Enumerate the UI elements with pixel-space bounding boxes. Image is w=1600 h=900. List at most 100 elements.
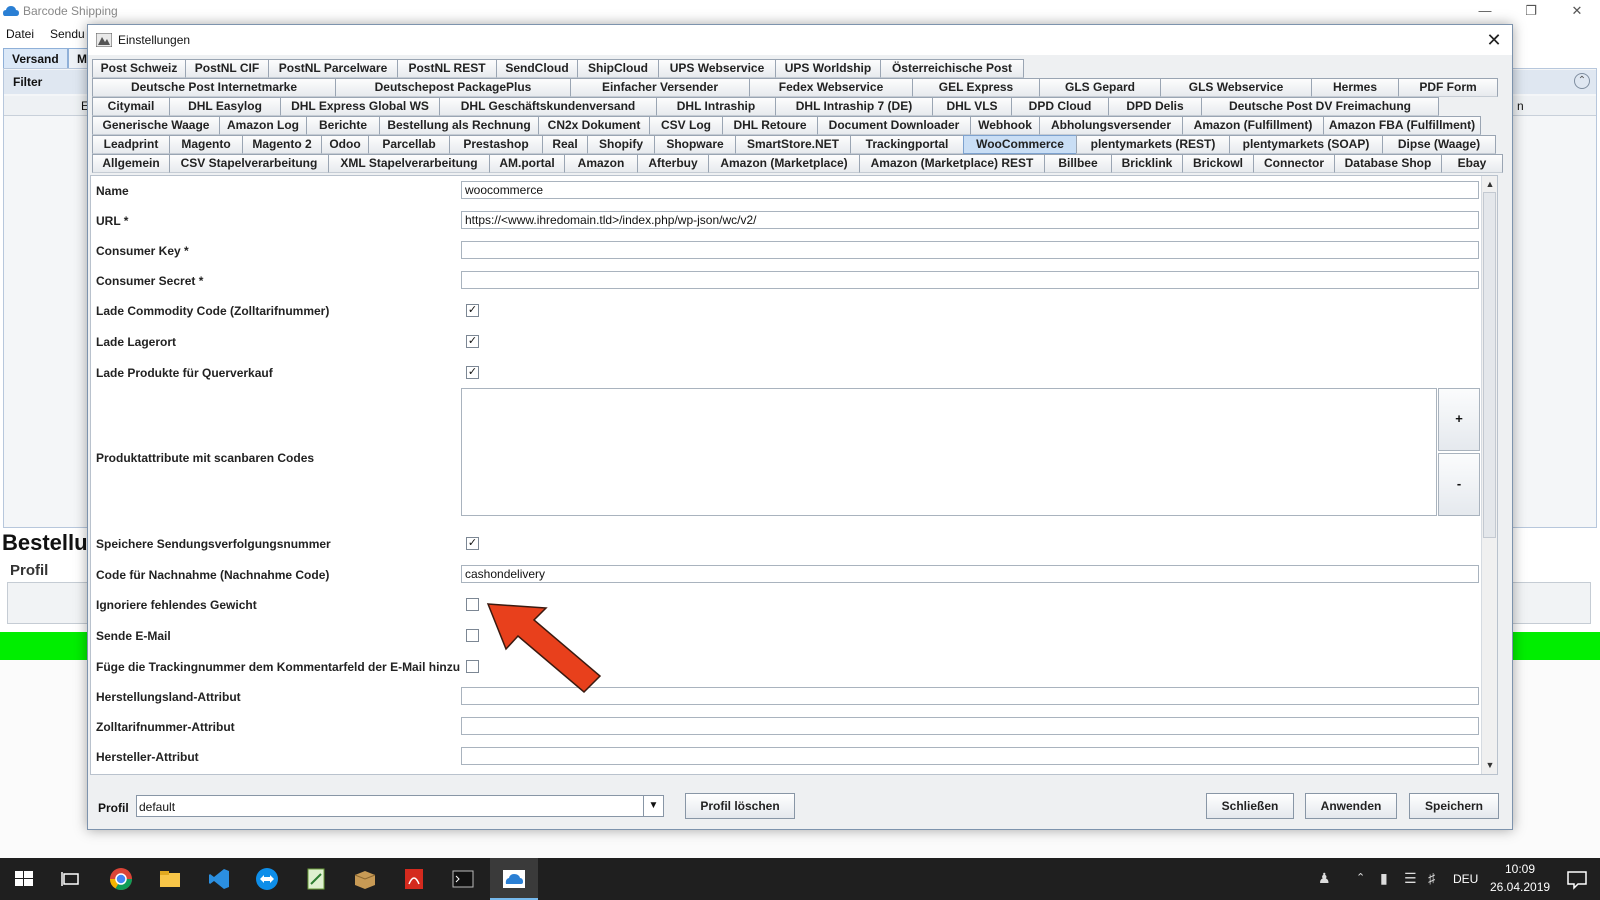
tab-berichte[interactable]: Berichte <box>306 116 380 135</box>
tab-fedex-webservice[interactable]: Fedex Webservice <box>749 78 913 97</box>
clock-time[interactable]: 10:09 <box>1505 862 1535 876</box>
sendungsverfolgung-checkbox[interactable]: ✓ <box>466 537 479 550</box>
tab-versand[interactable]: Versand <box>3 48 68 68</box>
task-view-icon[interactable] <box>58 866 84 892</box>
scroll-up-icon[interactable]: ▲ <box>1485 179 1495 189</box>
tab-amazon-fulfillment[interactable]: Amazon (Fulfillment) <box>1182 116 1324 135</box>
tab-dhl-vls[interactable]: DHL VLS <box>932 97 1012 116</box>
tab-billbee[interactable]: Billbee <box>1044 154 1112 173</box>
tab-shopify[interactable]: Shopify <box>587 135 655 154</box>
tab-csv-log[interactable]: CSV Log <box>649 116 723 135</box>
tab-pdf-form[interactable]: PDF Form <box>1398 78 1498 97</box>
consumer-key-field[interactable] <box>461 241 1479 259</box>
network-icon[interactable]: ☰ <box>1404 870 1417 887</box>
chrome-icon[interactable] <box>108 866 134 892</box>
tab-plentymarkets-soap[interactable]: plentymarkets (SOAP) <box>1229 135 1383 154</box>
lagerort-checkbox[interactable]: ✓ <box>466 335 479 348</box>
tab-odoo[interactable]: Odoo <box>321 135 369 154</box>
sende-email-checkbox[interactable] <box>466 629 479 642</box>
tab-deutsche-post-dv-freimachung[interactable]: Deutsche Post DV Freimachung <box>1201 97 1439 116</box>
tab-prestashop[interactable]: Prestashop <box>449 135 543 154</box>
tab-postnl-cif[interactable]: PostNL CIF <box>185 59 269 78</box>
tab-amazon-log[interactable]: Amazon Log <box>219 116 307 135</box>
terminal-icon[interactable] <box>450 866 476 892</box>
tab-woocommerce[interactable]: WooCommerce <box>963 135 1077 154</box>
tab-document-downloader[interactable]: Document Downloader <box>817 116 971 135</box>
tab-deutschepost-packageplus[interactable]: Deutschepost PackagePlus <box>335 78 571 97</box>
tab-dhl-easylog[interactable]: DHL Easylog <box>169 97 281 116</box>
tab-bricklink[interactable]: Bricklink <box>1111 154 1183 173</box>
package-icon[interactable] <box>352 866 378 892</box>
name-field[interactable]: woocommerce <box>461 181 1479 199</box>
tab-afterbuy[interactable]: Afterbuy <box>637 154 709 173</box>
tab-dhl-geschaeftskundenversand[interactable]: DHL Geschäftskundenversand <box>439 97 657 116</box>
tab-magento-2[interactable]: Magento 2 <box>242 135 322 154</box>
remove-attribute-button[interactable]: - <box>1438 453 1480 516</box>
tab-trackingportal[interactable]: Trackingportal <box>850 135 964 154</box>
tab-citymail[interactable]: Citymail <box>92 97 170 116</box>
ignoriere-gewicht-checkbox[interactable] <box>466 598 479 611</box>
acrobat-icon[interactable] <box>401 866 427 892</box>
vertical-scrollbar[interactable]: ▲ ▼ <box>1481 176 1497 774</box>
tab-post-schweiz[interactable]: Post Schweiz <box>92 59 186 78</box>
restore-icon[interactable]: ❐ <box>1508 0 1554 22</box>
tab-smartstore-net[interactable]: SmartStore.NET <box>735 135 851 154</box>
tab-abholungsversender[interactable]: Abholungsversender <box>1039 116 1183 135</box>
tab-dipse-waage[interactable]: Dipse (Waage) <box>1382 135 1496 154</box>
herstellungsland-field[interactable] <box>461 687 1479 705</box>
tab-dhl-express-global-ws[interactable]: DHL Express Global WS <box>280 97 440 116</box>
chevron-up-icon[interactable]: ⌃ <box>1356 871 1365 884</box>
tab-magento[interactable]: Magento <box>169 135 243 154</box>
tab-amazon-fba-fulfillment[interactable]: Amazon FBA (Fulfillment) <box>1323 116 1481 135</box>
language-indicator[interactable]: DEU <box>1453 872 1478 886</box>
schliessen-button[interactable]: Schließen <box>1206 793 1294 819</box>
tab-postnl-parcelware[interactable]: PostNL Parcelware <box>268 59 398 78</box>
zolltarifnummer-field[interactable] <box>461 717 1479 735</box>
tab-bestellung-als-rechnung[interactable]: Bestellung als Rechnung <box>379 116 539 135</box>
anwenden-button[interactable]: Anwenden <box>1305 793 1397 819</box>
minimize-icon[interactable]: — <box>1462 0 1508 22</box>
people-icon[interactable]: ♟ <box>1318 870 1331 887</box>
tab-gls-webservice[interactable]: GLS Webservice <box>1160 78 1312 97</box>
tab-ups-worldship[interactable]: UPS Worldship <box>775 59 881 78</box>
tab-xml-stapelverarbeitung[interactable]: XML Stapelverarbeitung <box>328 154 490 173</box>
tab-gls-gepard[interactable]: GLS Gepard <box>1039 78 1161 97</box>
tab-leadprint[interactable]: Leadprint <box>92 135 170 154</box>
vscode-icon[interactable] <box>206 866 232 892</box>
tab-einfacher-versender[interactable]: Einfacher Versender <box>570 78 750 97</box>
tab-dpd-delis[interactable]: DPD Delis <box>1108 97 1202 116</box>
tab-csv-stapelverarbeitung[interactable]: CSV Stapelverarbeitung <box>169 154 329 173</box>
tab-amazon-marketplace[interactable]: Amazon (Marketplace) <box>708 154 860 173</box>
tab-gel-express[interactable]: GEL Express <box>912 78 1040 97</box>
close-main-icon[interactable]: ✕ <box>1554 0 1600 22</box>
collapse-icon[interactable]: ⌃ <box>1574 73 1590 89</box>
tab-generische-waage[interactable]: Generische Waage <box>92 116 220 135</box>
menu-datei[interactable]: Datei <box>6 27 34 41</box>
profil-loeschen-button[interactable]: Profil löschen <box>685 793 795 819</box>
nachnahme-code-field[interactable]: cashondelivery <box>461 565 1479 583</box>
file-explorer-icon[interactable] <box>157 866 183 892</box>
tab-postnl-rest[interactable]: PostNL REST <box>397 59 497 78</box>
tab-real[interactable]: Real <box>542 135 588 154</box>
dialog-close-icon[interactable]: ✕ <box>1476 25 1512 55</box>
consumer-secret-field[interactable] <box>461 271 1479 289</box>
chevron-down-icon[interactable]: ▼ <box>643 796 663 816</box>
tab-parcellab[interactable]: Parcellab <box>368 135 450 154</box>
tab-dhl-intraship[interactable]: DHL Intraship <box>656 97 776 116</box>
tab-dhl-retoure[interactable]: DHL Retoure <box>722 116 818 135</box>
tab-brickowl[interactable]: Brickowl <box>1182 154 1254 173</box>
querverkauf-checkbox[interactable]: ✓ <box>466 366 479 379</box>
tab-cn2x-dokument[interactable]: CN2x Dokument <box>538 116 650 135</box>
notepad-icon[interactable] <box>303 866 329 892</box>
notifications-icon[interactable] <box>1564 866 1590 892</box>
tab-oesterreichische-post[interactable]: Österreichische Post <box>880 59 1024 78</box>
tab-database-shop[interactable]: Database Shop <box>1334 154 1442 173</box>
battery-icon[interactable]: ▮ <box>1380 870 1388 887</box>
tab-plentymarkets-rest[interactable]: plentymarkets (REST) <box>1076 135 1230 154</box>
volume-muted-icon[interactable]: ♯ <box>1428 870 1435 886</box>
tab-webhook[interactable]: Webhook <box>970 116 1040 135</box>
tab-dhl-intraship-7[interactable]: DHL Intraship 7 (DE) <box>775 97 933 116</box>
tab-deutsche-post-internetmarke[interactable]: Deutsche Post Internetmarke <box>92 78 336 97</box>
tab-connector[interactable]: Connector <box>1253 154 1335 173</box>
tab-hermes[interactable]: Hermes <box>1311 78 1399 97</box>
